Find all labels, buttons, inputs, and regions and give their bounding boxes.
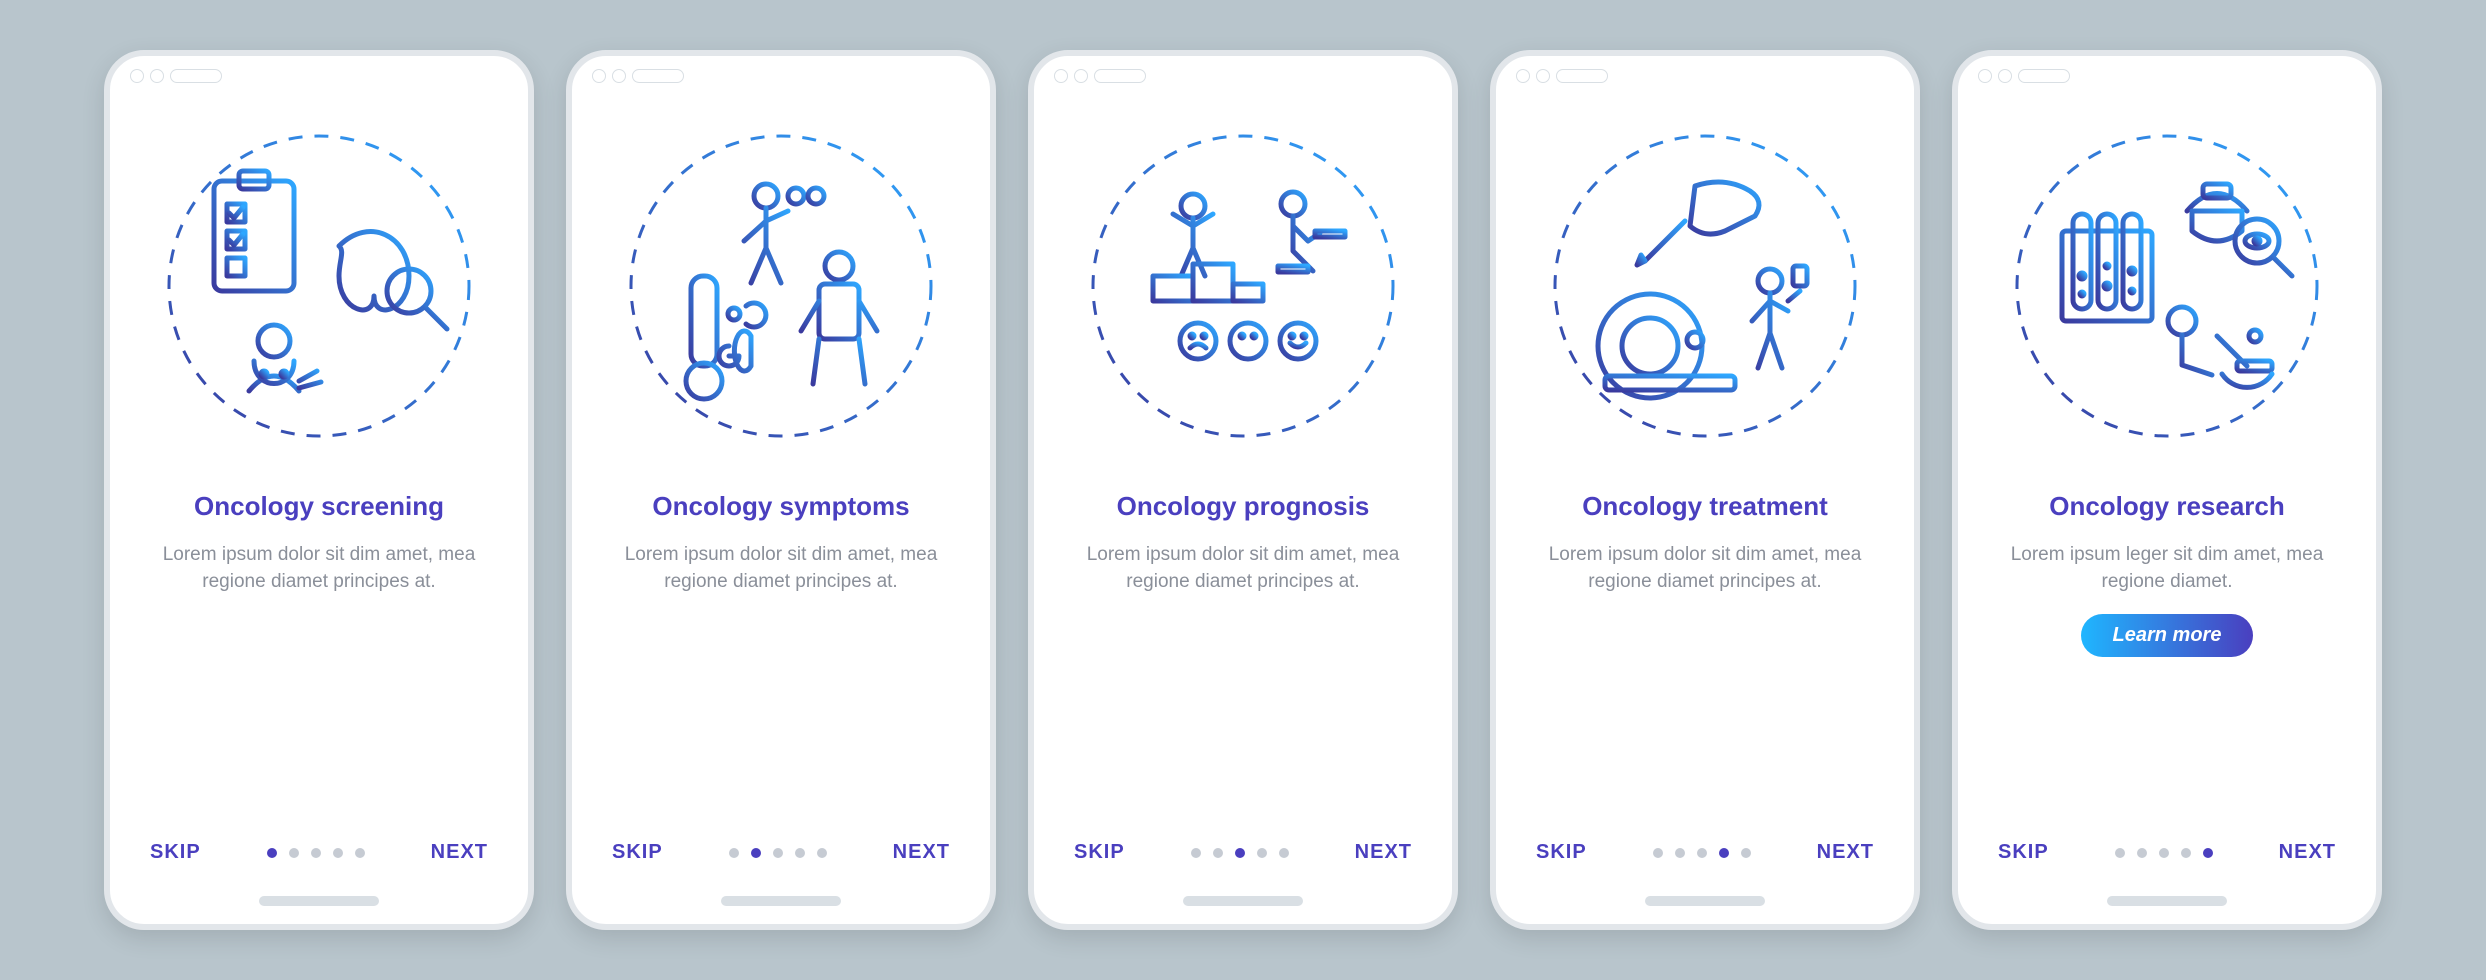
screen-body: Lorem ipsum dolor sit dim amet, mea regi…: [1034, 541, 1452, 596]
page-dot[interactable]: [1653, 848, 1663, 858]
page-dot[interactable]: [1719, 848, 1729, 858]
prognosis-illustration-icon: [1034, 106, 1452, 466]
screen-title: Oncology treatment: [1542, 490, 1868, 523]
onboarding-nav: SKIP NEXT: [572, 841, 990, 864]
phone-frame: Oncology prognosis Lorem ipsum dolor sit…: [1028, 50, 1458, 930]
treatment-illustration-icon: [1496, 106, 1914, 466]
phone-frame: Oncology research Lorem ipsum leger sit …: [1952, 50, 2382, 930]
screen-title: Oncology symptoms: [612, 490, 949, 523]
screen-title: Oncology screening: [154, 490, 484, 523]
status-bar: [1034, 56, 1452, 96]
home-indicator: [721, 896, 841, 906]
status-pill-icon: [1556, 69, 1608, 83]
status-pill-icon: [170, 69, 222, 83]
page-indicator: [1191, 848, 1289, 858]
next-button[interactable]: NEXT: [2279, 841, 2336, 864]
status-dot-icon: [1054, 69, 1068, 83]
status-dot-icon: [150, 69, 164, 83]
screen-title: Oncology prognosis: [1077, 490, 1410, 523]
page-dot[interactable]: [2137, 848, 2147, 858]
page-dot[interactable]: [289, 848, 299, 858]
status-dot-icon: [1516, 69, 1530, 83]
status-bar: [110, 56, 528, 96]
skip-button[interactable]: SKIP: [150, 841, 201, 864]
onboarding-nav: SKIP NEXT: [1496, 841, 1914, 864]
page-dot[interactable]: [2203, 848, 2213, 858]
screen-body: Lorem ipsum dolor sit dim amet, mea regi…: [572, 541, 990, 596]
skip-button[interactable]: SKIP: [1536, 841, 1587, 864]
page-dot[interactable]: [751, 848, 761, 858]
status-dot-icon: [1074, 69, 1088, 83]
page-dot[interactable]: [355, 848, 365, 858]
home-indicator: [2107, 896, 2227, 906]
page-dot[interactable]: [1675, 848, 1685, 858]
phone-frame: Oncology treatment Lorem ipsum dolor sit…: [1490, 50, 1920, 930]
page-dot[interactable]: [773, 848, 783, 858]
page-dot[interactable]: [1741, 848, 1751, 858]
page-dot[interactable]: [333, 848, 343, 858]
page-dot[interactable]: [1235, 848, 1245, 858]
status-bar: [1496, 56, 1914, 96]
page-dot[interactable]: [2159, 848, 2169, 858]
page-indicator: [2115, 848, 2213, 858]
page-dot[interactable]: [1257, 848, 1267, 858]
next-button[interactable]: NEXT: [893, 841, 950, 864]
symptoms-illustration-icon: [572, 106, 990, 466]
screen-body: Lorem ipsum leger sit dim amet, mea regi…: [1958, 541, 2376, 596]
learn-more-button[interactable]: Learn more: [2081, 614, 2254, 657]
skip-button[interactable]: SKIP: [1074, 841, 1125, 864]
status-dot-icon: [130, 69, 144, 83]
page-dot[interactable]: [267, 848, 277, 858]
status-dot-icon: [1536, 69, 1550, 83]
research-illustration-icon: [1958, 106, 2376, 466]
status-pill-icon: [1094, 69, 1146, 83]
next-button[interactable]: NEXT: [1355, 841, 1412, 864]
page-dot[interactable]: [311, 848, 321, 858]
page-dot[interactable]: [1213, 848, 1223, 858]
page-dot[interactable]: [729, 848, 739, 858]
status-dot-icon: [1978, 69, 1992, 83]
screening-illustration-icon: [110, 106, 528, 466]
page-dot[interactable]: [1697, 848, 1707, 858]
screen-body: Lorem ipsum dolor sit dim amet, mea regi…: [1496, 541, 1914, 596]
page-indicator: [1653, 848, 1751, 858]
page-dot[interactable]: [2181, 848, 2191, 858]
home-indicator: [259, 896, 379, 906]
page-dot[interactable]: [1279, 848, 1289, 858]
page-indicator: [729, 848, 827, 858]
home-indicator: [1645, 896, 1765, 906]
skip-button[interactable]: SKIP: [612, 841, 663, 864]
page-dot[interactable]: [2115, 848, 2125, 858]
skip-button[interactable]: SKIP: [1998, 841, 2049, 864]
home-indicator: [1183, 896, 1303, 906]
onboarding-nav: SKIP NEXT: [110, 841, 528, 864]
status-dot-icon: [612, 69, 626, 83]
phone-frame: Oncology screening Lorem ipsum dolor sit…: [104, 50, 534, 930]
page-dot[interactable]: [817, 848, 827, 858]
status-pill-icon: [632, 69, 684, 83]
screen-body: Lorem ipsum dolor sit dim amet, mea regi…: [110, 541, 528, 596]
status-bar: [572, 56, 990, 96]
status-dot-icon: [1998, 69, 2012, 83]
page-dot[interactable]: [795, 848, 805, 858]
onboarding-nav: SKIP NEXT: [1958, 841, 2376, 864]
phone-frame: Oncology symptoms Lorem ipsum dolor sit …: [566, 50, 996, 930]
screen-title: Oncology research: [2009, 490, 2325, 523]
next-button[interactable]: NEXT: [1817, 841, 1874, 864]
page-dot[interactable]: [1191, 848, 1201, 858]
status-pill-icon: [2018, 69, 2070, 83]
next-button[interactable]: NEXT: [431, 841, 488, 864]
page-indicator: [267, 848, 365, 858]
onboarding-nav: SKIP NEXT: [1034, 841, 1452, 864]
status-dot-icon: [592, 69, 606, 83]
status-bar: [1958, 56, 2376, 96]
